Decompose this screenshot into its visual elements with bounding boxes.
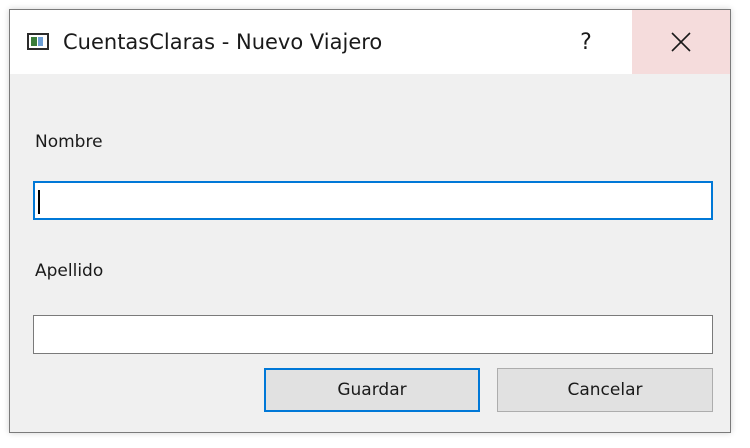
window-title: CuentasClaras - Nuevo Viajero <box>63 30 383 54</box>
save-button[interactable]: Guardar <box>264 368 480 412</box>
nombre-input[interactable] <box>33 181 713 220</box>
title-bar[interactable]: CuentasClaras - Nuevo Viajero ? <box>10 10 730 74</box>
apellido-label: Apellido <box>35 261 104 281</box>
cancel-button[interactable]: Cancelar <box>497 368 713 412</box>
close-icon <box>671 32 691 52</box>
text-caret <box>38 190 40 214</box>
help-button[interactable]: ? <box>540 10 632 74</box>
close-button[interactable] <box>632 10 730 74</box>
dialog-window: CuentasClaras - Nuevo Viajero ? Nombre A… <box>9 9 731 433</box>
app-window-icon <box>27 33 49 50</box>
nombre-label: Nombre <box>35 132 103 152</box>
apellido-input[interactable] <box>33 315 713 354</box>
screen: CuentasClaras - Nuevo Viajero ? Nombre A… <box>0 0 750 448</box>
